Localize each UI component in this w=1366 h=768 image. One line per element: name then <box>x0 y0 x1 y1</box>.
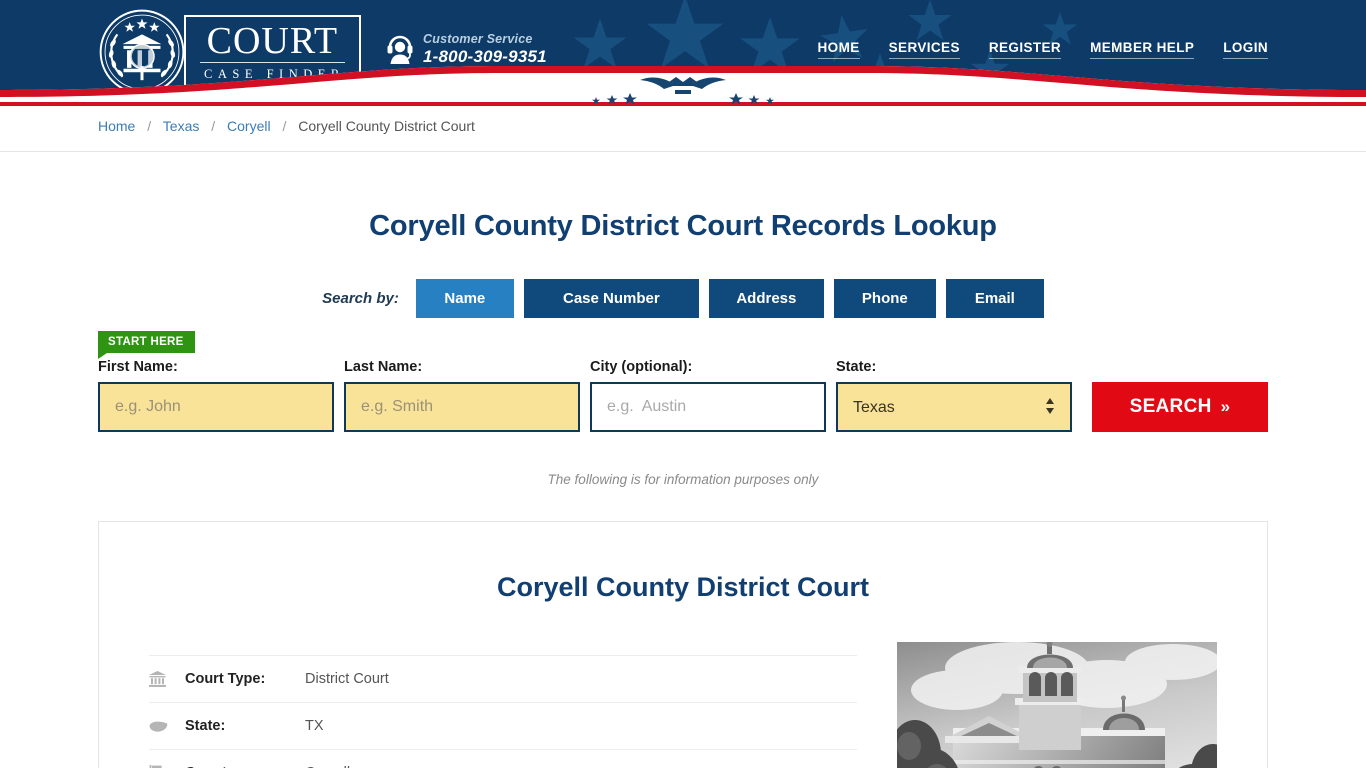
first-name-field-group: First Name: <box>98 359 334 432</box>
last-name-label: Last Name: <box>344 359 423 375</box>
courthouse-photo <box>897 642 1217 768</box>
page-title: Coryell County District Court Records Lo… <box>369 210 997 242</box>
nav-login[interactable]: LOGIN <box>1223 40 1268 59</box>
tab-address[interactable]: Address <box>708 279 824 318</box>
us-map-icon <box>149 720 185 733</box>
breadcrumb-item-coryell[interactable]: Coryell <box>227 118 271 134</box>
court-type-label: Court Type: <box>185 671 266 687</box>
tab-name[interactable]: Name <box>415 279 514 318</box>
breadcrumb-separator: / <box>211 118 216 134</box>
state-label: State: <box>836 359 877 375</box>
breadcrumb-separator: / <box>282 118 287 134</box>
tab-case-number[interactable]: Case Number <box>523 279 699 318</box>
customer-service-label: Customer Service <box>423 32 533 46</box>
disclaimer-text: The following is for information purpose… <box>547 472 819 487</box>
tab-email[interactable]: Email <box>945 279 1044 318</box>
court-type-value: District Court <box>305 671 389 687</box>
table-row: County: Coryell <box>149 749 857 768</box>
last-name-field-group: Last Name: <box>344 359 580 432</box>
main-navigation: HOME SERVICES REGISTER MEMBER HELP LOGIN <box>817 40 1268 59</box>
city-label: City (optional): <box>590 359 693 375</box>
table-row: State: TX <box>149 702 857 749</box>
double-chevron-right-icon: » <box>1220 397 1231 416</box>
breadcrumb-item-texas[interactable]: Texas <box>163 118 200 134</box>
tab-phone[interactable]: Phone <box>833 279 936 318</box>
state-row-value: TX <box>305 718 324 734</box>
nav-home[interactable]: HOME <box>817 40 860 59</box>
nav-services[interactable]: SERVICES <box>888 40 960 59</box>
search-by-tabs: Search by: Name Case Number Address Phon… <box>0 279 1366 318</box>
start-here-badge: START HERE <box>98 331 195 359</box>
breadcrumb-bar: Home / Texas / Coryell / Coryell County … <box>0 106 1366 152</box>
search-by-label: Search by: <box>322 290 399 307</box>
first-name-input[interactable] <box>98 382 334 432</box>
breadcrumb-item-current: Coryell County District Court <box>298 118 475 134</box>
search-form: START HERE First Name: Last Name: City (… <box>98 331 1268 432</box>
site-header: COURT CASE FINDER Customer Service 1-800… <box>0 0 1366 106</box>
patriotic-wave-banner <box>0 66 1366 106</box>
main-content: Coryell County District Court Records Lo… <box>0 210 1366 768</box>
search-button-label: SEARCH <box>1129 396 1212 417</box>
breadcrumb-item-home[interactable]: Home <box>98 118 135 134</box>
table-row: Court Type: District Court <box>149 655 857 702</box>
nav-register[interactable]: REGISTER <box>988 40 1062 59</box>
first-name-label: First Name: <box>98 359 178 375</box>
court-details-table: Court Type: District Court State: TX <box>149 655 857 768</box>
state-select[interactable]: Texas <box>836 382 1072 432</box>
city-input[interactable] <box>590 382 826 432</box>
court-info-card: Coryell County District Court Court Type… <box>98 521 1268 768</box>
city-field-group: City (optional): <box>590 359 826 432</box>
logo-word-court: COURT <box>200 21 345 63</box>
last-name-input[interactable] <box>344 382 580 432</box>
court-card-title: Coryell County District Court <box>496 572 870 602</box>
search-button[interactable]: SEARCH » <box>1092 382 1268 432</box>
state-row-label: State: <box>185 718 226 734</box>
breadcrumb: Home / Texas / Coryell / Coryell County … <box>98 118 475 134</box>
bank-icon <box>149 671 185 687</box>
breadcrumb-separator: / <box>147 118 152 134</box>
state-field-group: State: Texas <box>836 359 1072 432</box>
nav-member-help[interactable]: MEMBER HELP <box>1090 40 1195 59</box>
